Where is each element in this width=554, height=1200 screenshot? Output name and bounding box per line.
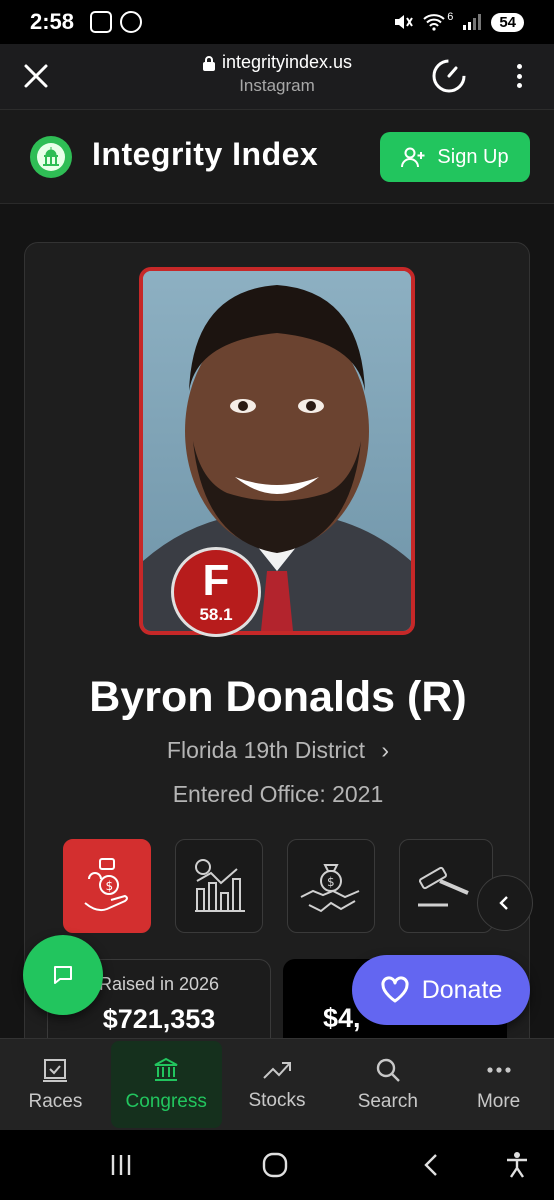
donate-label: Donate — [421, 975, 503, 1004]
mute-icon — [395, 15, 414, 29]
nav-more[interactable]: More — [443, 1039, 554, 1130]
sign-up-label: Sign Up — [437, 145, 509, 168]
fingerprint-icon — [120, 11, 143, 33]
handshake-money-icon: $ — [300, 864, 360, 913]
close-icon — [24, 64, 48, 88]
entered-office: Entered Office: 2021 — [172, 781, 384, 807]
browser-toolbar: integrityindex.us Instagram — [0, 44, 554, 110]
grade-letter: F — [202, 556, 230, 605]
nav-races-label: Races — [28, 1090, 83, 1112]
nav-stocks-label: Stocks — [248, 1089, 306, 1111]
url-text: integrityindex.us — [221, 52, 353, 72]
capitol-logo-icon[interactable] — [30, 136, 72, 178]
back-icon — [424, 1154, 437, 1176]
heart-icon — [381, 976, 409, 1003]
close-browser-button[interactable] — [18, 58, 54, 94]
nav-more-label: More — [476, 1090, 521, 1112]
system-navigation-bar — [0, 1130, 554, 1200]
nav-search-label: Search — [357, 1090, 418, 1112]
gavel-icon — [418, 866, 469, 907]
site-header: Integrity Index Sign Up — [0, 110, 554, 204]
grade-badge: F 58.1 — [171, 547, 261, 637]
tab-stocks[interactable] — [175, 839, 263, 933]
chat-icon — [54, 966, 72, 984]
donate-button[interactable]: Donate — [352, 955, 530, 1025]
nav-congress[interactable]: Congress — [110, 1041, 222, 1128]
politician-card: F 58.1 Byron Donalds (R) Florida 19th Di… — [24, 242, 533, 1038]
chat-button[interactable] — [23, 935, 103, 1015]
category-tabs: $ $ — [63, 839, 493, 933]
more-options-button[interactable] — [508, 60, 530, 92]
politician-name: Byron Donalds (R) — [89, 673, 467, 721]
recent-apps-button[interactable] — [104, 1150, 138, 1180]
status-bar: 2:58 6 54 — [0, 0, 554, 44]
checkbox-icon — [43, 1058, 68, 1082]
status-notification-icons — [90, 11, 143, 33]
speed-button[interactable] — [430, 57, 468, 95]
status-time: 2:58 — [30, 9, 75, 34]
bottom-navigation: Races Congress Stocks Search More — [0, 1038, 554, 1130]
sign-up-button[interactable]: Sign Up — [380, 132, 530, 182]
tab-donors[interactable]: $ — [287, 839, 375, 933]
trending-up-icon — [263, 1061, 291, 1079]
grade-score: 58.1 — [199, 605, 233, 624]
nav-congress-label: Congress — [125, 1090, 207, 1112]
nav-search[interactable]: Search — [332, 1039, 443, 1130]
nav-stocks[interactable]: Stocks — [222, 1039, 333, 1130]
home-icon — [262, 1152, 288, 1178]
stock-chart-icon — [195, 859, 245, 912]
url-source: Instagram — [239, 76, 315, 95]
screenshot-icon — [90, 11, 113, 33]
district-link[interactable]: Florida 19th District › — [25, 737, 531, 764]
money-hand-icon: $ — [84, 858, 128, 912]
signal-icon — [463, 14, 482, 30]
main-content[interactable]: F 58.1 Byron Donalds (R) Florida 19th Di… — [0, 204, 554, 1038]
scroll-tabs-left-button[interactable] — [477, 875, 533, 931]
accessibility-button[interactable] — [500, 1150, 534, 1180]
speedometer-icon — [432, 59, 466, 93]
svg-text:$: $ — [327, 875, 335, 889]
search-icon — [376, 1058, 400, 1082]
more-dots-icon — [486, 1066, 511, 1073]
tab-legal[interactable] — [399, 839, 493, 933]
tab-fundraising[interactable]: $ — [63, 839, 151, 933]
svg-text:$: $ — [106, 879, 114, 893]
chevron-right-icon: › — [381, 737, 390, 763]
capitol-icon — [154, 1057, 178, 1081]
chevron-left-icon — [499, 896, 508, 910]
status-right: 6 54 — [393, 11, 524, 32]
battery-indicator: 54 — [491, 12, 524, 32]
lock-icon — [202, 55, 215, 71]
wifi-icon — [423, 14, 445, 31]
back-button[interactable] — [414, 1150, 448, 1180]
brand-name[interactable]: Integrity Index — [92, 136, 318, 173]
url-display[interactable]: integrityindex.us Instagram — [140, 52, 414, 96]
home-button[interactable] — [258, 1150, 292, 1180]
accessibility-icon — [507, 1152, 527, 1178]
nav-races[interactable]: Races — [0, 1039, 111, 1130]
add-user-icon — [401, 147, 425, 168]
signal-label: 6 — [447, 11, 454, 23]
district-text: Florida 19th District — [166, 737, 366, 763]
recent-apps-icon — [111, 1155, 131, 1175]
